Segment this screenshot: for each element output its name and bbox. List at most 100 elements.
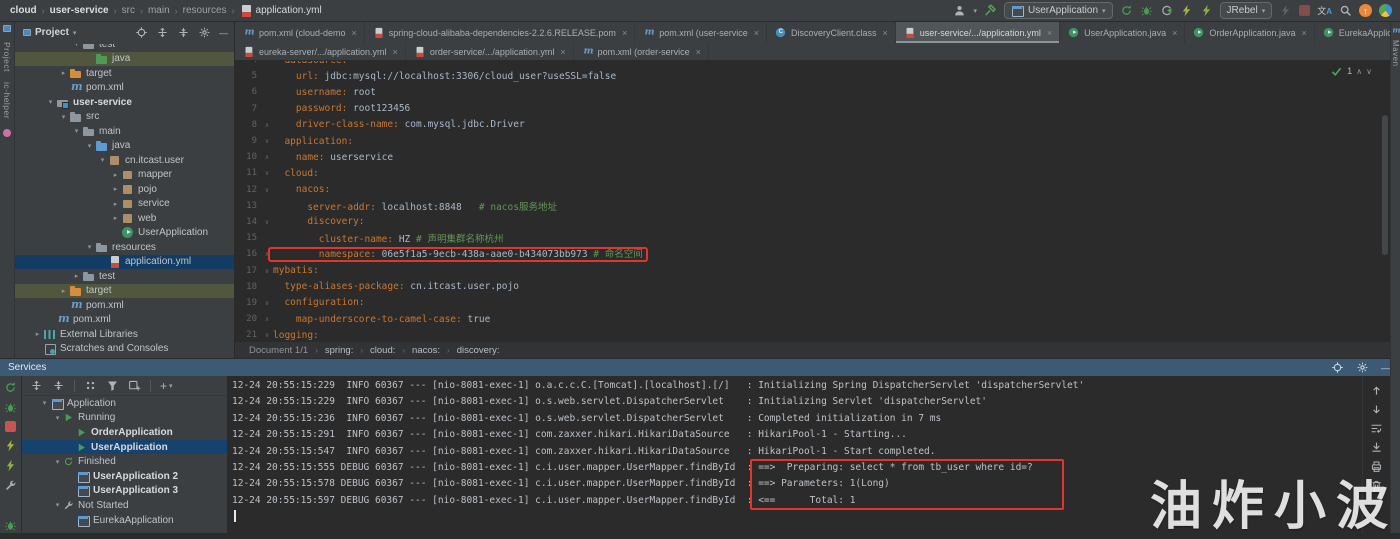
scroll-down-icon[interactable] [1370, 403, 1383, 416]
tab-close-icon[interactable] [622, 28, 627, 38]
breadcrumb-item[interactable]: user-service [50, 5, 109, 16]
settings-gear-icon[interactable] [198, 26, 211, 39]
chevron-down-icon[interactable] [84, 243, 95, 251]
search-icon[interactable] [1339, 4, 1352, 17]
chevron-down-icon[interactable] [84, 142, 95, 150]
services-tree-item[interactable]: Running [22, 411, 227, 426]
breadcrumb-item[interactable]: resources [183, 5, 227, 16]
editor-breadcrumb-item[interactable]: nacos: [412, 345, 440, 356]
editor-tab[interactable]: order-service/.../application.yml [406, 43, 574, 60]
update-notification-icon[interactable] [1359, 4, 1372, 17]
services-expand-all-icon[interactable] [30, 379, 43, 392]
editor-breadcrumb-item[interactable]: cloud: [370, 345, 395, 356]
next-issue-icon[interactable] [1366, 67, 1372, 76]
jrebel-run-icon[interactable] [1180, 4, 1193, 17]
rerun-application-icon[interactable] [4, 381, 17, 394]
editor-line[interactable]: 8 ∧ driver-class-name: com.mysql.jdbc.Dri… [235, 117, 1390, 133]
chevron-right-icon[interactable] [110, 171, 121, 179]
editor-line[interactable]: 11 ∨ cloud: [235, 165, 1390, 181]
build-hammer-icon[interactable] [984, 4, 997, 17]
user-icon[interactable] [953, 4, 966, 17]
breadcrumb-item[interactable]: application.yml [240, 4, 322, 17]
project-tree-item[interactable]: target [15, 283, 234, 298]
project-tree-item[interactable]: src [15, 110, 234, 125]
editor-tab[interactable]: spring-cloud-alibaba-dependencies-2.2.6.… [365, 22, 636, 43]
chevron-down-icon[interactable] [52, 458, 63, 466]
project-tree-item[interactable]: test [15, 44, 234, 52]
services-locate-icon[interactable] [1331, 361, 1344, 374]
editor-line[interactable]: 17 ∨ mybatis: [235, 262, 1390, 278]
editor-tab[interactable]: eureka-server/.../application.yml [235, 43, 406, 60]
project-tree-item[interactable]: web [15, 211, 234, 226]
services-hide-icon[interactable] [1381, 363, 1390, 373]
project-tree-item[interactable]: java [15, 139, 234, 154]
project-tree-item[interactable]: pom.xml [15, 298, 234, 313]
jrebel-sync-icon[interactable] [4, 459, 17, 472]
editor-scrollbar[interactable] [1382, 115, 1388, 255]
fold-marker-icon[interactable]: ∨ [261, 186, 273, 194]
debug-application-icon[interactable] [4, 401, 17, 414]
chevron-right-icon[interactable] [58, 69, 69, 77]
project-tool-button[interactable]: Project [2, 42, 12, 72]
editor-tab[interactable]: user-service/.../application.yml [895, 22, 1061, 43]
services-tree-item[interactable]: EurekaApplication [22, 513, 227, 528]
project-tool-icon[interactable] [3, 25, 11, 32]
chevron-down-icon[interactable] [97, 156, 108, 164]
expand-all-icon[interactable] [156, 26, 169, 39]
editor-line[interactable]: 16 ∧ namespace: 06e5f1a5-9ecb-438a-aae0-b… [235, 246, 1390, 263]
project-tree-item[interactable]: test [15, 269, 234, 284]
editor-line[interactable]: 10 ∧ name: userservice [235, 149, 1390, 165]
chevron-right-icon[interactable] [110, 214, 121, 222]
editor-line[interactable]: 15 cluster-name: HZ # 声明集群名称杭州 [235, 230, 1390, 246]
editor-tab[interactable]: EurekaApplication.java [1315, 22, 1390, 43]
services-tree-item[interactable]: Finished [22, 454, 227, 469]
maven-tool-icon[interactable] [1391, 25, 1400, 35]
services-tree-item[interactable]: Not Started [22, 498, 227, 513]
project-tree-item[interactable]: pojo [15, 182, 234, 197]
editor-tab[interactable]: UserApplication.java [1060, 22, 1186, 43]
editor-line[interactable]: 5 url: jdbc:mysql://localhost:3306/cloud… [235, 68, 1390, 84]
debug-button[interactable] [1140, 4, 1153, 17]
project-panel-title[interactable]: Project [35, 27, 69, 38]
chevron-right-icon[interactable] [71, 272, 82, 280]
hide-panel-icon[interactable] [219, 28, 228, 38]
editor-breadcrumb-item[interactable]: spring: [325, 345, 354, 356]
editor-breadcrumb-item[interactable]: Document 1/1 [249, 345, 308, 356]
editor-line[interactable]: 13 server-addr: localhost:8848 # nacos服务… [235, 198, 1390, 214]
editor-line[interactable]: 21 ∨ logging: [235, 327, 1390, 341]
project-tree-item[interactable]: pom.xml [15, 312, 234, 328]
project-tree-item[interactable]: java [15, 51, 234, 66]
soft-wrap-icon[interactable] [1370, 422, 1383, 435]
translate-icon[interactable] [1317, 4, 1332, 17]
editor-breadcrumb-item[interactable]: discovery: [457, 345, 500, 356]
project-tree-item[interactable]: mapper [15, 168, 234, 183]
jrebel-debug-icon[interactable] [1200, 4, 1213, 17]
services-tree-item[interactable]: OrderApplication [22, 425, 227, 440]
fold-marker-icon[interactable]: ∧ [261, 121, 273, 129]
scroll-to-end-icon[interactable] [1370, 441, 1383, 454]
prev-issue-icon[interactable] [1356, 67, 1362, 76]
ic-helper-icon[interactable] [3, 129, 11, 138]
editor-line[interactable]: 7 password: root123456 [235, 101, 1390, 117]
editor-tab[interactable]: pom.xml (cloud-demo [235, 22, 365, 43]
breadcrumb-item[interactable]: cloud [10, 5, 37, 16]
services-tree-item[interactable]: UserApplication 2 [22, 469, 227, 484]
code-editor[interactable]: 4 datasource:5 url: jdbc:mysql://localho… [235, 61, 1390, 341]
tab-close-icon[interactable] [352, 28, 357, 38]
project-tree-item[interactable]: External Libraries [15, 327, 234, 342]
project-tree-item[interactable]: service [15, 197, 234, 212]
project-tree-item[interactable]: resources [15, 240, 234, 255]
tab-close-icon[interactable] [560, 47, 565, 57]
tab-close-icon[interactable] [754, 28, 759, 38]
fold-marker-icon[interactable]: ∨ [261, 299, 273, 307]
ic-helper-tool-button[interactable]: ic-helper [2, 82, 12, 119]
user-caret-icon[interactable]: ▾ [973, 7, 977, 15]
chevron-down-icon[interactable] [52, 414, 63, 422]
add-service-icon[interactable] [160, 379, 167, 393]
run-configuration-select[interactable]: UserApplication ▾ [1003, 2, 1113, 19]
locate-file-icon[interactable] [135, 26, 148, 39]
attach-debugger-icon[interactable] [4, 519, 17, 532]
ide-sphere-icon[interactable] [1379, 4, 1392, 17]
filter-icon[interactable] [106, 379, 119, 392]
jrebel-select[interactable]: JRebel ▾ [1219, 2, 1273, 19]
